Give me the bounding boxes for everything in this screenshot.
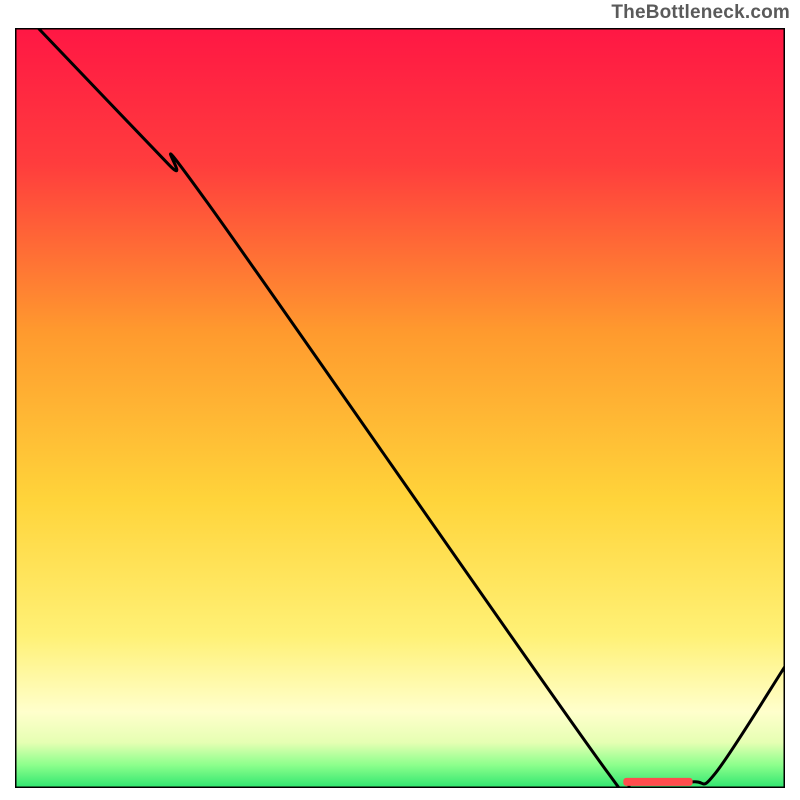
chart-container: [15, 28, 785, 788]
gradient-background: [15, 28, 785, 788]
bottleneck-curve-chart: [15, 28, 785, 788]
attribution-label: TheBottleneck.com: [611, 2, 790, 24]
optimal-zone-marker: [623, 778, 692, 786]
